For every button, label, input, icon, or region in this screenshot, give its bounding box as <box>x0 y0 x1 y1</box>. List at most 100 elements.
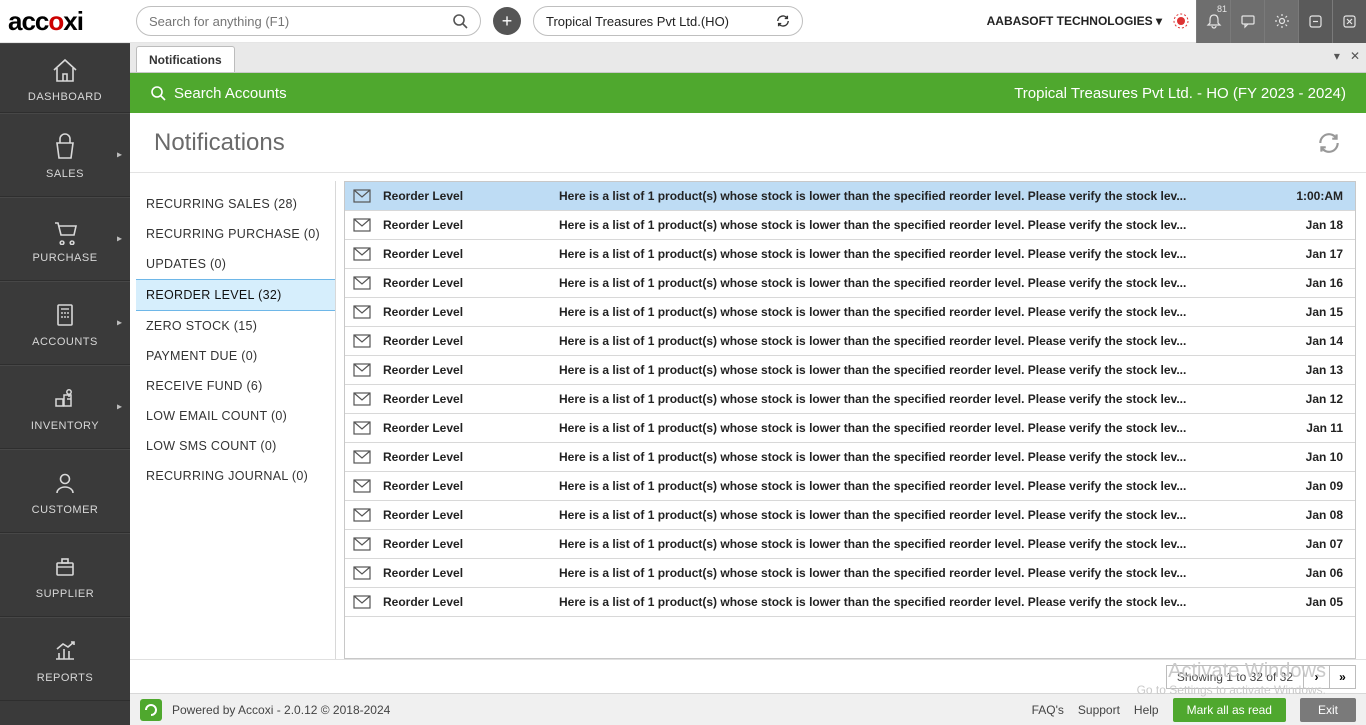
notification-row[interactable]: Reorder LevelHere is a list of 1 product… <box>345 588 1355 617</box>
target-icon[interactable] <box>1170 10 1192 32</box>
notif-title: Reorder Level <box>379 218 559 232</box>
pager-next-icon[interactable]: › <box>1303 665 1329 689</box>
search-icon[interactable] <box>452 13 468 29</box>
footer-logo-icon <box>140 699 162 721</box>
nav-purchase[interactable]: PURCHASE▸ <box>0 197 130 281</box>
envelope-icon <box>345 508 379 522</box>
category-item[interactable]: LOW EMAIL COUNT (0) <box>136 401 335 431</box>
nav-dashboard[interactable]: DASHBOARD <box>0 43 130 113</box>
nav-customer[interactable]: CUSTOMER <box>0 449 130 533</box>
envelope-icon <box>345 566 379 580</box>
global-search[interactable] <box>136 6 481 36</box>
notification-row[interactable]: Reorder LevelHere is a list of 1 product… <box>345 269 1355 298</box>
nav-reports[interactable]: REPORTS <box>0 617 130 701</box>
category-item[interactable]: LOW SMS COUNT (0) <box>136 431 335 461</box>
notif-date: Jan 10 <box>1285 450 1355 464</box>
category-item[interactable]: RECEIVE FUND (6) <box>136 371 335 401</box>
inventory-icon <box>50 382 80 416</box>
notification-row[interactable]: Reorder LevelHere is a list of 1 product… <box>345 414 1355 443</box>
category-list: RECURRING SALES (28)RECURRING PURCHASE (… <box>136 181 336 659</box>
search-accounts[interactable]: Search Accounts <box>150 85 287 102</box>
category-item[interactable]: PAYMENT DUE (0) <box>136 341 335 371</box>
accounts-icon <box>50 298 80 332</box>
notification-row[interactable]: Reorder LevelHere is a list of 1 product… <box>345 530 1355 559</box>
tab-close-icon[interactable]: ✕ <box>1350 49 1360 63</box>
chevron-right-icon: ▸ <box>117 318 122 329</box>
app-logo: accoxi <box>0 6 130 37</box>
chevron-right-icon: ▸ <box>117 150 122 161</box>
notification-row[interactable]: Reorder LevelHere is a list of 1 product… <box>345 298 1355 327</box>
faq-link[interactable]: FAQ's <box>1032 703 1064 717</box>
envelope-icon <box>345 479 379 493</box>
exit-button[interactable]: Exit <box>1300 698 1356 722</box>
notification-row[interactable]: Reorder LevelHere is a list of 1 product… <box>345 559 1355 588</box>
category-item[interactable]: UPDATES (0) <box>136 249 335 279</box>
notification-row[interactable]: Reorder LevelHere is a list of 1 product… <box>345 385 1355 414</box>
sync-icon[interactable] <box>776 14 790 28</box>
pager-last-icon[interactable]: » <box>1329 665 1355 689</box>
notification-row[interactable]: Reorder LevelHere is a list of 1 product… <box>345 240 1355 269</box>
envelope-icon <box>345 450 379 464</box>
help-link[interactable]: Help <box>1134 703 1159 717</box>
category-item[interactable]: RECURRING JOURNAL (0) <box>136 461 335 491</box>
notif-message: Here is a list of 1 product(s) whose sto… <box>559 276 1285 290</box>
notif-message: Here is a list of 1 product(s) whose sto… <box>559 305 1285 319</box>
footer: Powered by Accoxi - 2.0.12 © 2018-2024 F… <box>130 693 1366 725</box>
notif-message: Here is a list of 1 product(s) whose sto… <box>559 421 1285 435</box>
search-input[interactable] <box>149 14 452 29</box>
nav-supplier[interactable]: SUPPLIER <box>0 533 130 617</box>
envelope-icon <box>345 189 379 203</box>
tab-notifications[interactable]: Notifications <box>136 46 235 72</box>
notification-row[interactable]: Reorder LevelHere is a list of 1 product… <box>345 327 1355 356</box>
notif-title: Reorder Level <box>379 276 559 290</box>
support-link[interactable]: Support <box>1078 703 1120 717</box>
notification-row[interactable]: Reorder LevelHere is a list of 1 product… <box>345 472 1355 501</box>
envelope-icon <box>345 537 379 551</box>
refresh-icon[interactable] <box>1316 130 1342 156</box>
minimize-button[interactable] <box>1298 0 1332 43</box>
notif-title: Reorder Level <box>379 479 559 493</box>
org-dropdown[interactable]: AABASOFT TECHNOLOGIES ▾ <box>987 14 1162 28</box>
notification-row[interactable]: Reorder LevelHere is a list of 1 product… <box>345 443 1355 472</box>
notif-date: 1:00:AM <box>1285 189 1355 203</box>
nav-accounts[interactable]: ACCOUNTS▸ <box>0 281 130 365</box>
mark-all-read-button[interactable]: Mark all as read <box>1173 698 1286 722</box>
category-item[interactable]: RECURRING SALES (28) <box>136 189 335 219</box>
supplier-icon <box>50 550 80 584</box>
notif-title: Reorder Level <box>379 450 559 464</box>
notification-row[interactable]: Reorder LevelHere is a list of 1 product… <box>345 356 1355 385</box>
notif-date: Jan 13 <box>1285 363 1355 377</box>
nav-inventory[interactable]: INVENTORY▸ <box>0 365 130 449</box>
envelope-icon <box>345 305 379 319</box>
reports-icon <box>50 634 80 668</box>
company-selector[interactable]: Tropical Treasures Pvt Ltd.(HO) <box>533 6 803 36</box>
notification-list: Reorder LevelHere is a list of 1 product… <box>344 181 1356 659</box>
notif-date: Jan 05 <box>1285 595 1355 609</box>
notif-date: Jan 17 <box>1285 247 1355 261</box>
notification-row[interactable]: Reorder LevelHere is a list of 1 product… <box>345 182 1355 211</box>
settings-icon[interactable] <box>1264 0 1298 43</box>
category-item[interactable]: RECURRING PURCHASE (0) <box>136 219 335 249</box>
add-button[interactable]: + <box>493 7 521 35</box>
envelope-icon <box>345 276 379 290</box>
nav-label: SUPPLIER <box>36 588 94 600</box>
chat-icon[interactable] <box>1230 0 1264 43</box>
category-item[interactable]: REORDER LEVEL (32) <box>136 279 335 311</box>
notif-date: Jan 16 <box>1285 276 1355 290</box>
envelope-icon <box>345 218 379 232</box>
notification-row[interactable]: Reorder LevelHere is a list of 1 product… <box>345 211 1355 240</box>
tab-dropdown-icon[interactable]: ▾ <box>1334 49 1340 63</box>
envelope-icon <box>345 595 379 609</box>
notif-message: Here is a list of 1 product(s) whose sto… <box>559 189 1285 203</box>
category-item[interactable]: ZERO STOCK (15) <box>136 311 335 341</box>
notif-title: Reorder Level <box>379 421 559 435</box>
envelope-icon <box>345 247 379 261</box>
sales-icon <box>50 130 80 164</box>
notif-date: Jan 11 <box>1285 421 1355 435</box>
close-button[interactable] <box>1332 0 1366 43</box>
notification-row[interactable]: Reorder LevelHere is a list of 1 product… <box>345 501 1355 530</box>
notifications-icon[interactable]: 81 <box>1196 0 1230 43</box>
envelope-icon <box>345 363 379 377</box>
nav-label: CUSTOMER <box>32 504 99 516</box>
nav-sales[interactable]: SALES▸ <box>0 113 130 197</box>
